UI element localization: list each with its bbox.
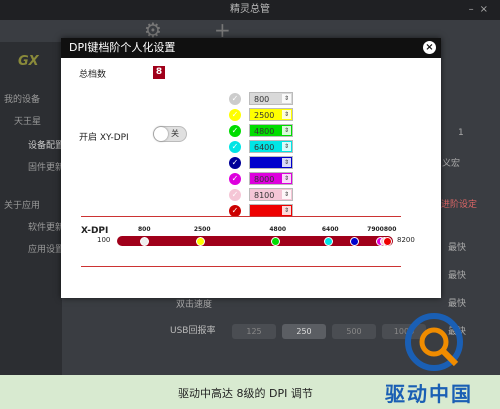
spinner-arrows-icon[interactable]: ⇕ <box>282 174 291 183</box>
dpi-level-checkbox[interactable]: ✓ <box>229 189 241 201</box>
x-dpi-label: X-DPI <box>81 226 109 236</box>
app-title: 精灵总管 <box>230 4 270 15</box>
usb-rate-label: USB回报率 <box>170 326 216 336</box>
slider-dot[interactable] <box>383 237 392 246</box>
spinner-arrows-icon[interactable]: ⇕ <box>282 126 291 135</box>
x-dpi-max: 8200 <box>397 236 415 244</box>
window-controls[interactable]: –× <box>469 0 494 20</box>
toggle-knob <box>154 127 168 141</box>
dpi-level-row: ✓ 8000 ⇕ <box>229 172 295 186</box>
sidebar-item-settings[interactable]: 应用设置 <box>28 242 64 255</box>
dpi-level-checkbox[interactable]: ✓ <box>229 93 241 105</box>
sidebar-item-update[interactable]: 软件更新 <box>28 220 64 233</box>
usb-rate-option[interactable]: 125 <box>232 324 276 339</box>
speed-value-3: 最快 <box>448 299 467 309</box>
slider-tick-label: 6400 <box>321 226 339 233</box>
xy-dpi-toggle[interactable]: 关 <box>153 126 187 142</box>
dpi-level-value: 8200 <box>254 207 275 216</box>
dpi-level-row: ✓ 800 ⇕ <box>229 92 295 106</box>
double-click-speed-label: 双击速度 <box>176 300 213 310</box>
slider-tick-label: 2500 <box>193 226 211 233</box>
speed-value-2: 最快 <box>448 271 467 281</box>
dpi-level-checkbox[interactable]: ✓ <box>229 157 241 169</box>
slider-dot[interactable] <box>195 237 205 246</box>
dpi-level-checkbox[interactable]: ✓ <box>229 125 241 137</box>
dpi-level-row: ✓ 7200 ⇕ <box>229 156 295 170</box>
total-levels-label: 总档数 <box>79 70 107 80</box>
dpi-level-value-box[interactable]: 800 ⇕ <box>249 92 293 105</box>
sidebar-item-config[interactable]: 设备配置 <box>28 138 64 151</box>
usb-rate-option-selected[interactable]: 250 <box>282 324 326 339</box>
slider-tick-label: 800 <box>137 226 151 233</box>
dpi-level-value: 4800 <box>254 127 275 136</box>
xy-dpi-label: 开启 XY-DPI <box>79 133 129 143</box>
spinner-arrows-icon[interactable]: ⇕ <box>282 110 291 119</box>
close-button[interactable]: × <box>423 41 436 54</box>
dpi-level-value: 2500 <box>254 111 275 120</box>
sidebar-section-devices: 我的设备 <box>4 95 41 105</box>
dpi-level-value-box[interactable]: 6400 ⇕ <box>249 140 293 153</box>
sidebar: 我的设备 天王星 设备配置 固件更新 关于应用 软件更新 应用设置 <box>0 42 64 375</box>
number-label: 1 <box>458 128 464 138</box>
slider-tick-label: 4800 <box>269 226 287 233</box>
dpi-level-row: ✓ 8100 ⇕ <box>229 188 295 202</box>
spinner-arrows-icon[interactable]: ⇕ <box>282 142 291 151</box>
brand-logo: GX <box>18 54 39 69</box>
macro-label: 义宏 <box>442 159 461 169</box>
spinner-arrows-icon[interactable]: ⇕ <box>282 158 291 167</box>
toggle-state-text: 关 <box>171 129 179 138</box>
dpi-level-value-box[interactable]: 8000 ⇕ <box>249 172 293 185</box>
spinner-arrows-icon[interactable]: ⇕ <box>282 94 291 103</box>
brand-watermark: 驱动中国 <box>385 382 473 406</box>
divider-bottom <box>81 266 401 267</box>
sidebar-item-device[interactable]: 天王星 <box>14 114 41 127</box>
dpi-level-value: 800 <box>254 95 270 104</box>
dpi-level-value-box[interactable]: 2500 ⇕ <box>249 108 293 121</box>
watermark-logo-icon <box>405 313 463 371</box>
dpi-level-value: 7200 <box>254 159 275 168</box>
x-dpi-min: 100 <box>97 236 111 244</box>
dpi-level-row: ✓ 2500 ⇕ <box>229 108 295 122</box>
title-bar: 精灵总管 –× <box>0 0 500 20</box>
dpi-level-value-box[interactable]: 7200 ⇕ <box>249 156 293 169</box>
advanced-settings-link[interactable]: 进阶设定 <box>441 197 477 210</box>
dpi-level-row: ✓ 6400 ⇕ <box>229 140 295 154</box>
dialog-title: DPI键档阶个人化设置 <box>69 41 176 54</box>
dpi-level-row: ✓ 4800 ⇕ <box>229 124 295 138</box>
caption-text: 驱动中高达 8级的 DPI 调节 <box>178 387 313 400</box>
dpi-level-value: 8000 <box>254 175 275 184</box>
slider-tick-label-cluster: 7900800 <box>367 226 397 233</box>
dialog-header: DPI键档阶个人化设置 × <box>61 38 441 58</box>
dpi-level-value-box[interactable]: 8100 ⇕ <box>249 188 293 201</box>
divider-top <box>81 216 401 217</box>
total-levels-value[interactable]: 8 <box>153 66 165 79</box>
sidebar-section-about: 关于应用 <box>4 201 41 211</box>
sidebar-item-firmware[interactable]: 固件更新 <box>28 160 64 173</box>
slider-dot[interactable] <box>323 237 333 246</box>
dpi-level-value: 8100 <box>254 191 275 200</box>
dpi-settings-dialog: DPI键档阶个人化设置 × 总档数 8 开启 XY-DPI 关 ✓ 800 ⇕ ✓ 25… <box>61 38 441 298</box>
dpi-level-checkbox[interactable]: ✓ <box>229 109 241 121</box>
spinner-arrows-icon[interactable]: ⇕ <box>282 190 291 199</box>
slider-dot[interactable] <box>139 237 149 246</box>
usb-rate-option[interactable]: 500 <box>332 324 376 339</box>
dpi-level-value: 6400 <box>254 143 275 152</box>
dpi-level-value-box[interactable]: 4800 ⇕ <box>249 124 293 137</box>
speed-value-1: 最快 <box>448 243 467 253</box>
dpi-level-checkbox[interactable]: ✓ <box>229 173 241 185</box>
dpi-level-checkbox[interactable]: ✓ <box>229 141 241 153</box>
spinner-arrows-icon[interactable]: ⇕ <box>282 206 291 215</box>
